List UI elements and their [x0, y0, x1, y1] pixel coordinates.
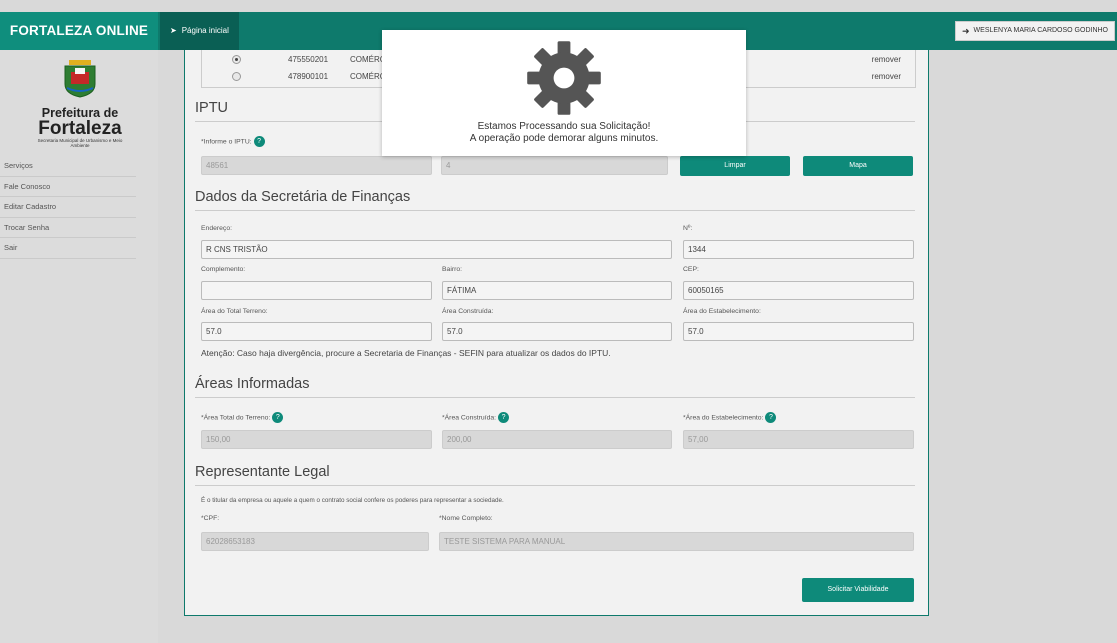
district-field[interactable]: FÁTIMA [442, 281, 672, 300]
map-button[interactable]: Mapa [803, 156, 913, 176]
remove-link[interactable]: remover [872, 69, 901, 84]
sidebar-item-fale-conosco[interactable]: Fale Conosco [0, 177, 136, 197]
legal-rep-title: Representante Legal [195, 464, 330, 480]
gear-icon [527, 41, 601, 115]
prefeitura-logo: Prefeitura de Fortaleza Secretaria Munic… [30, 58, 130, 153]
request-viability-button[interactable]: Solicitar Viabilidade [802, 578, 914, 602]
help-icon[interactable]: ? [253, 136, 265, 147]
divider [195, 210, 915, 211]
number-field[interactable]: 1344 [683, 240, 914, 259]
sidebar-item-sair[interactable]: Sair [0, 238, 136, 259]
logo-line3: Secretaria Municipal de Urbanismo e Meio… [37, 138, 123, 148]
clear-button[interactable]: Limpar [680, 156, 790, 176]
cep-field[interactable]: 60050165 [683, 281, 914, 300]
estab-area-label: Área do Estabelecimento: [683, 308, 761, 315]
cpf-field[interactable]: 62028653183 [201, 532, 429, 551]
informed-built-label-text: *Área Construída: [442, 414, 497, 422]
activity-desc: COMÉRC [350, 55, 386, 64]
sidebar-item-servicos[interactable]: Serviços [0, 156, 136, 177]
iptu-label: *Informe o IPTU:? [201, 136, 265, 147]
activity-code: 478900101 [288, 72, 329, 81]
informed-estab-label-text: *Área do Estabelecimento: [683, 414, 764, 422]
number-label: Nº: [683, 225, 693, 232]
estab-area-field[interactable]: 57.0 [683, 322, 914, 341]
informed-estab-field[interactable]: 57,00 [683, 430, 914, 449]
paper-plane-icon: ➤ [170, 26, 177, 35]
user-name: WESLENYA MARIA CARDOSO GODINHO [973, 27, 1108, 34]
address-field[interactable]: R CNS TRISTÃO [201, 240, 672, 259]
sidebar-item-editar-cadastro[interactable]: Editar Cadastro [0, 197, 136, 218]
iptu-input[interactable]: 48561 [201, 156, 432, 175]
iptu-title: IPTU [195, 100, 229, 116]
informed-areas-title: Áreas Informadas [195, 376, 310, 392]
sidebar: Prefeitura de Fortaleza Secretaria Munic… [0, 50, 158, 643]
built-area-field[interactable]: 57.0 [442, 322, 672, 341]
land-area-field[interactable]: 57.0 [201, 322, 432, 341]
sidebar-item-trocar-senha[interactable]: Trocar Senha [0, 218, 136, 238]
help-icon[interactable]: ? [272, 412, 284, 423]
iptu-secondary-input[interactable]: 4 [441, 156, 668, 175]
iptu-label-text: *Informe o IPTU: [201, 138, 252, 146]
full-name-field[interactable]: TESTE SISTEMA PARA MANUAL [439, 532, 914, 551]
row-radio[interactable] [232, 55, 241, 64]
informed-land-label-text: *Área Total do Terreno: [201, 414, 271, 422]
informed-built-label: *Área Construída:? [442, 412, 510, 423]
full-name-label: *Nome Completo: [439, 515, 493, 522]
sefin-notice: Atenção: Caso haja divergência, procure … [201, 348, 611, 358]
divider [195, 397, 915, 398]
built-area-label: Área Construída: [442, 308, 494, 315]
logo-line2: Fortaleza [38, 118, 122, 139]
divider [195, 485, 915, 486]
remove-link[interactable]: remover [872, 52, 901, 67]
modal-message: Estamos Processando sua Solicitação! [477, 121, 651, 132]
informed-built-field[interactable]: 200,00 [442, 430, 672, 449]
activity-desc: COMÉRC [350, 72, 386, 81]
land-area-label: Área do Total Terreno: [201, 308, 268, 315]
complement-field[interactable] [201, 281, 432, 300]
processing-modal: Estamos Processando sua Solicitação! A o… [382, 30, 746, 156]
informed-land-field[interactable]: 150,00 [201, 430, 432, 449]
legal-rep-note: É o titular da empresa ou aquele a quem … [201, 497, 504, 504]
address-label: Endereço: [201, 225, 232, 232]
district-label: Bairro: [442, 266, 463, 273]
help-icon[interactable]: ? [765, 412, 777, 423]
crest-icon [64, 60, 96, 98]
brand-title[interactable]: FORTALEZA ONLINE [0, 12, 158, 50]
modal-submessage: A operação pode demorar alguns minutos. [469, 133, 659, 144]
arrow-right-icon: ➜ [962, 26, 970, 36]
informed-estab-label: *Área do Estabelecimento:? [683, 412, 777, 423]
activity-code: 475550201 [288, 55, 329, 64]
row-radio[interactable] [232, 72, 241, 81]
help-icon[interactable]: ? [498, 412, 510, 423]
user-button[interactable]: ➜ WESLENYA MARIA CARDOSO GODINHO [955, 21, 1115, 41]
home-link-label: Página inicial [181, 26, 229, 35]
cep-label: CEP: [683, 266, 699, 273]
complement-label: Complemento: [201, 266, 246, 273]
cpf-label: *CPF: [201, 515, 220, 522]
sidebar-nav: Serviços Fale Conosco Editar Cadastro Tr… [0, 156, 136, 259]
home-link[interactable]: ➤ Página inicial [160, 12, 239, 50]
finance-title: Dados da Secretária de Finanças [195, 189, 411, 205]
informed-land-label: *Área Total do Terreno:? [201, 412, 284, 423]
